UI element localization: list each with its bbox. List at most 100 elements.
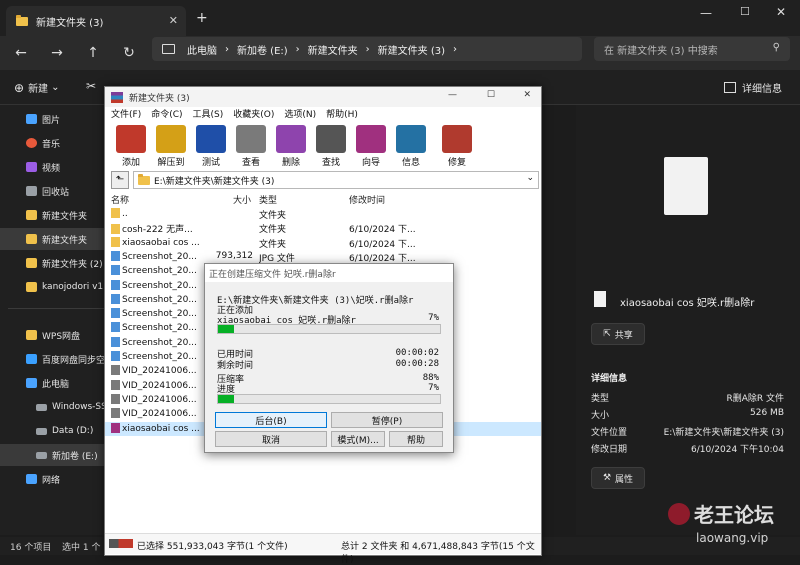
path-input[interactable]: E:\新建文件夹\新建文件夹 (3) ⌄	[133, 171, 539, 189]
explorer-tab[interactable]: 新建文件夹 (3) ✕	[6, 6, 186, 36]
sidebar-item-kanojodori[interactable]: kanojodori v1	[0, 276, 108, 298]
cut-icon[interactable]: ✂	[86, 79, 96, 93]
tool-test-button[interactable]: 测试	[191, 125, 231, 168]
cancel-button[interactable]: 取消	[215, 431, 327, 447]
file-row[interactable]: cosh-222 无声... 文件夹 6/10/2024 下...	[105, 221, 541, 236]
tool-find-button[interactable]: 查找	[311, 125, 351, 168]
rar-selection-status: 已选择 551,933,043 字节(1 个文件)	[137, 542, 288, 552]
refresh-icon[interactable]: ↻	[116, 40, 142, 66]
menu-favorites[interactable]: 收藏夹(O)	[233, 107, 274, 123]
monitor-icon	[162, 44, 175, 54]
details-file-name: xiaosaobai cos 妃咲.r删a除r	[620, 298, 755, 309]
winrar-pathbar: ⬑ E:\新建文件夹\新建文件夹 (3) ⌄	[105, 171, 541, 189]
details-pane-button[interactable]: 详细信息	[724, 80, 782, 95]
sidebar-item-drive-e[interactable]: 新加卷 (E:)	[0, 444, 108, 466]
tool-delete-button[interactable]: 删除	[271, 125, 311, 168]
file-preview-icon	[664, 157, 708, 215]
close-window-icon[interactable]: ✕	[776, 5, 786, 19]
up-arrow-icon[interactable]: ↑	[80, 40, 106, 66]
sidebar-item-pictures[interactable]: 图片	[0, 108, 108, 130]
tool-wizard-button[interactable]: 向导	[351, 125, 391, 168]
maximize-icon[interactable]: ☐	[740, 5, 750, 18]
tool-info-button[interactable]: 信息	[391, 125, 431, 168]
sidebar-item-folder-selected[interactable]: 新建文件夹	[0, 228, 108, 250]
pause-button[interactable]: 暂停(P)	[331, 412, 443, 428]
video-file-icon	[111, 379, 120, 390]
sidebar-item-network[interactable]: 网络	[0, 468, 108, 490]
file-row[interactable]: xiaosaobai cos ... 文件夹 6/10/2024 下...	[105, 236, 541, 251]
file-row[interactable]: .. 文件夹	[105, 207, 541, 222]
folder-icon	[26, 258, 37, 268]
sidebar-item-baidu[interactable]: 百度网盘同步空	[0, 348, 108, 370]
image-file-icon	[111, 279, 120, 290]
up-folder-icon[interactable]: ⬑	[111, 171, 129, 189]
tab-title: 新建文件夹 (3)	[36, 17, 104, 29]
image-file-icon	[111, 293, 120, 304]
address-input[interactable]: 此电脑 › 新加卷 (E:) › 新建文件夹 › 新建文件夹 (3) ›	[152, 37, 582, 61]
menu-tools[interactable]: 工具(S)	[193, 107, 224, 123]
wizard-icon	[356, 125, 386, 153]
menu-options[interactable]: 选项(N)	[284, 107, 316, 123]
file-name-cell: Screenshot_20...	[111, 336, 199, 348]
breadcrumb-drive[interactable]: 新加卷 (E:)	[237, 42, 288, 57]
tool-extract-button[interactable]: 解压到	[151, 125, 191, 168]
properties-button[interactable]: ⚒ 属性	[591, 467, 645, 489]
wrench-icon: ⚒	[602, 473, 612, 483]
sidebar-item-wps[interactable]: WPS网盘	[0, 324, 108, 346]
video-file-icon	[111, 408, 120, 419]
sidebar-item-folder-2[interactable]: 新建文件夹 (2)	[0, 252, 108, 274]
minimize-icon[interactable]: —	[700, 6, 712, 20]
menu-file[interactable]: 文件(F)	[111, 107, 141, 123]
rar-minimize-icon[interactable]: —	[448, 90, 457, 100]
file-name-cell: VID_20241006...	[111, 393, 199, 405]
folder-file-icon	[111, 208, 120, 218]
back-arrow-icon[interactable]: ←	[8, 40, 34, 66]
image-file-icon	[111, 351, 120, 361]
tool-add-button[interactable]: 添加	[111, 125, 151, 168]
detail-key-modified: 修改日期	[591, 445, 628, 455]
help-button[interactable]: 帮助	[389, 431, 443, 447]
rar-close-icon[interactable]: ✕	[523, 90, 531, 100]
new-button[interactable]: ⊕ 新建 ⌄	[14, 80, 59, 96]
forward-arrow-icon[interactable]: →	[44, 40, 70, 66]
sidebar-item-music[interactable]: 音乐	[0, 132, 108, 154]
sidebar-item-data-d[interactable]: Data (D:)	[0, 420, 108, 442]
view-glasses-icon	[236, 125, 266, 153]
image-file-icon	[111, 308, 120, 319]
column-modified[interactable]: 修改时间	[349, 193, 385, 206]
drive-icon	[36, 427, 47, 435]
chevron-down-icon[interactable]: ⌄	[526, 173, 534, 183]
sidebar-item-videos[interactable]: 视频	[0, 156, 108, 178]
tab-close-icon[interactable]: ✕	[169, 14, 178, 27]
file-list-header: 名称 大小 类型 修改时间	[105, 191, 541, 206]
breadcrumb-folder[interactable]: 新建文件夹	[308, 42, 358, 57]
new-tab-button[interactable]: +	[196, 10, 208, 26]
watermark-logo-icon	[668, 503, 690, 525]
sidebar-item-folder[interactable]: 新建文件夹	[0, 204, 108, 226]
background-button[interactable]: 后台(B)	[215, 412, 327, 428]
extract-icon	[156, 125, 186, 153]
winrar-menubar: 文件(F) 命令(C) 工具(S) 收藏夹(O) 选项(N) 帮助(H)	[105, 107, 541, 123]
sidebar-item-recycle-bin[interactable]: 回收站	[0, 180, 108, 202]
music-icon	[26, 138, 37, 148]
share-button[interactable]: ⇱ 共享	[591, 323, 645, 345]
breadcrumb-current[interactable]: 新建文件夹 (3)	[378, 42, 445, 57]
menu-help[interactable]: 帮助(H)	[326, 107, 358, 123]
tool-view-button[interactable]: 查看	[231, 125, 271, 168]
rar-maximize-icon[interactable]: ☐	[487, 90, 495, 100]
mode-button[interactable]: 模式(M)...	[331, 431, 385, 447]
menu-command[interactable]: 命令(C)	[151, 107, 182, 123]
sidebar-item-windows-ssd[interactable]: Windows-SSD	[0, 396, 108, 418]
column-size[interactable]: 大小	[233, 193, 251, 206]
file-name-cell: Screenshot_20...	[111, 265, 199, 276]
detail-val-size: 526 MB	[750, 408, 784, 418]
tool-repair-button[interactable]: 修复	[437, 125, 477, 168]
breadcrumb-pc[interactable]: 此电脑	[187, 42, 217, 57]
sidebar-item-this-pc[interactable]: 此电脑	[0, 372, 108, 394]
column-type[interactable]: 类型	[259, 193, 277, 206]
search-input[interactable]: 在 新建文件夹 (3) 中搜索 ⚲	[594, 37, 790, 61]
ratio-value: 88%	[422, 373, 439, 383]
file-type-cell: 文件夹	[259, 225, 287, 236]
file-progress-bar	[217, 324, 441, 334]
column-name[interactable]: 名称	[111, 193, 129, 206]
